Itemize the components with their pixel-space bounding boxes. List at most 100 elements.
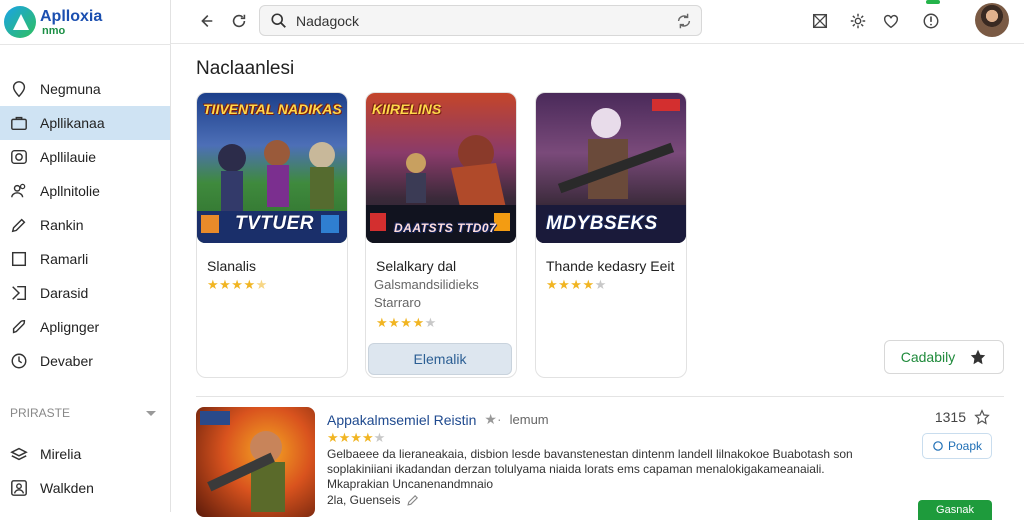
clock-icon: [10, 352, 28, 370]
sidebar-nav-secondary: Mirelia Walkden: [0, 437, 170, 505]
notification-badge: [926, 0, 940, 4]
back-icon: [201, 15, 213, 27]
logo-text: Aplloxia: [40, 8, 103, 25]
layers-icon: [10, 445, 28, 463]
sidebar-item-label: Apllikanaa: [40, 115, 105, 131]
briefcase-icon: [10, 114, 28, 132]
sidebar-item-apllikanaa[interactable]: Apllikanaa: [0, 106, 170, 140]
app-card[interactable]: MDYBSEKS Thande kedasry Eeit ★★★★★: [535, 92, 687, 378]
featured-meta: lemum: [509, 412, 549, 427]
heart-icon: [883, 14, 899, 29]
featured-count-row: 1315: [935, 409, 990, 425]
featured-title-row: Appakalmsemiel Reistin ★· lemum: [327, 411, 549, 428]
sidebar-item-mirelia[interactable]: Mirelia: [0, 437, 170, 471]
thumb-title: MDYBSEKS: [546, 213, 658, 234]
sidebar-item-aplignger[interactable]: Aplignger: [0, 310, 170, 344]
featured-author-row: 2la, Guenseis: [327, 493, 420, 507]
rocket-icon: [10, 318, 28, 336]
back-button[interactable]: [193, 8, 219, 34]
popular-button[interactable]: Poapk: [922, 433, 992, 459]
app-name: Thande kedasry Eeit: [546, 258, 675, 274]
search-input[interactable]: [296, 12, 666, 29]
sidebar-item-ramarli[interactable]: Ramarli: [0, 242, 170, 276]
app-card[interactable]: TIIVENTAL NADIKAS TVTUER Slanalis ★★★★★: [196, 92, 348, 378]
thumb-banner: KIIRELINS: [372, 101, 442, 117]
sidebar-item-label: Mirelia: [40, 446, 82, 462]
thumb-title: DAATSTS TTD07: [394, 221, 497, 235]
app-thumbnail: KIIRELINS DAATSTS TTD07: [366, 93, 516, 243]
sidebar-item-label: Negmuna: [40, 81, 101, 97]
info-icon: [923, 13, 939, 29]
sidebar-item-label: Apllilauie: [40, 149, 97, 165]
sidebar-nav: Negmuna Apllikanaa Apllilauie Apllnitoli…: [0, 72, 170, 378]
game-art-icon: [200, 411, 285, 512]
app-logo[interactable]: Aplloxia nmo: [4, 4, 154, 40]
app-card[interactable]: KIIRELINS DAATSTS TTD07 Selalkary dal Ga…: [365, 92, 517, 378]
pencil-icon: [10, 216, 28, 234]
app-thumbnail: TIIVENTAL NADIKAS TVTUER: [197, 93, 347, 243]
sidebar: Aplloxia nmo Negmuna Apllikanaa Apllilau…: [0, 0, 171, 512]
bookmark-frame-icon: [812, 13, 828, 29]
bookmark-button[interactable]: [807, 8, 833, 34]
sidebar-item-label: Rankin: [40, 217, 84, 233]
notifications-button[interactable]: [918, 8, 944, 34]
search-icon: [271, 12, 286, 28]
rating-stars: ★★★★★: [207, 277, 268, 292]
star-icon[interactable]: [974, 409, 990, 425]
sidebar-item-label: Walkden: [40, 480, 94, 496]
logo-icon: [4, 6, 36, 38]
map-pin-icon: [10, 80, 28, 98]
avatar[interactable]: [975, 3, 1009, 37]
featured-count: 1315: [934, 409, 966, 425]
capability-label: Cadabily: [900, 349, 956, 365]
favorites-button[interactable]: [878, 8, 904, 34]
sidebar-item-devaber[interactable]: Devaber: [0, 344, 170, 378]
logo-subtext: nmo: [42, 25, 66, 37]
app-thumbnail: MDYBSEKS: [536, 93, 686, 243]
app-name: Slanalis: [207, 258, 257, 274]
sidebar-item-label: Darasid: [40, 285, 89, 301]
sidebar-item-label: Ramarli: [40, 251, 89, 267]
bookmark-icon: [10, 284, 28, 302]
sidebar-item-darasid[interactable]: Darasid: [0, 276, 170, 310]
sidebar-item-rankin[interactable]: Rankin: [0, 208, 170, 242]
sidebar-item-walkden[interactable]: Walkden: [0, 471, 170, 505]
divider: [0, 44, 171, 45]
featured-author[interactable]: 2la, Guenseis: [327, 493, 400, 507]
popular-label: Poapk: [947, 439, 983, 453]
get-button[interactable]: Gasnak: [918, 500, 992, 520]
sidebar-item-apllilauie[interactable]: Apllilauie: [0, 140, 170, 174]
sidebar-section-header[interactable]: PRIRASTE: [10, 406, 160, 420]
page-title: Naclaanlesi: [196, 58, 295, 79]
rating-stars: ★★★★★: [376, 315, 437, 330]
sidebar-item-label: Devaber: [40, 353, 93, 369]
rating-stars: ★★★★★: [327, 430, 386, 445]
app-subtitle: Galsmandsilidieks: [374, 277, 479, 292]
section-title: PRIRASTE: [10, 406, 71, 420]
install-button[interactable]: Elemalik: [368, 343, 512, 375]
featured-app-row[interactable]: Appakalmsemiel Reistin ★· lemum ★★★★★ Ge…: [196, 396, 1004, 520]
search-bar[interactable]: [259, 5, 702, 36]
refresh-button[interactable]: [226, 8, 252, 34]
thumb-title: TVTUER: [235, 213, 314, 234]
sidebar-item-apllnitolie[interactable]: Apllnitolie: [0, 174, 170, 208]
chevron-down-icon: [146, 410, 156, 416]
featured-thumbnail: [196, 407, 315, 517]
refresh-icon: [232, 14, 246, 28]
sidebar-item-negmuna[interactable]: Negmuna: [0, 72, 170, 106]
top-bar: [171, 0, 1024, 44]
sidebar-item-label: Apllnitolie: [40, 183, 100, 199]
camera-icon: [10, 148, 28, 166]
settings-button[interactable]: [845, 8, 871, 34]
square-icon: [10, 250, 28, 268]
pencil-icon: [407, 495, 419, 506]
gear-icon: [850, 13, 866, 29]
capability-button[interactable]: Cadabily: [884, 340, 1004, 374]
app-name: Selalkary dal: [376, 258, 457, 274]
sidebar-item-label: Aplignger: [40, 319, 100, 335]
thumb-banner: TIIVENTAL NADIKAS: [203, 101, 342, 117]
people-icon: [10, 182, 28, 200]
featured-description: Gelbaeee da lieraneakaia, disbion lesde …: [327, 447, 853, 491]
sync-icon[interactable]: [675, 12, 693, 30]
featured-title[interactable]: Appakalmsemiel Reistin: [327, 412, 476, 428]
